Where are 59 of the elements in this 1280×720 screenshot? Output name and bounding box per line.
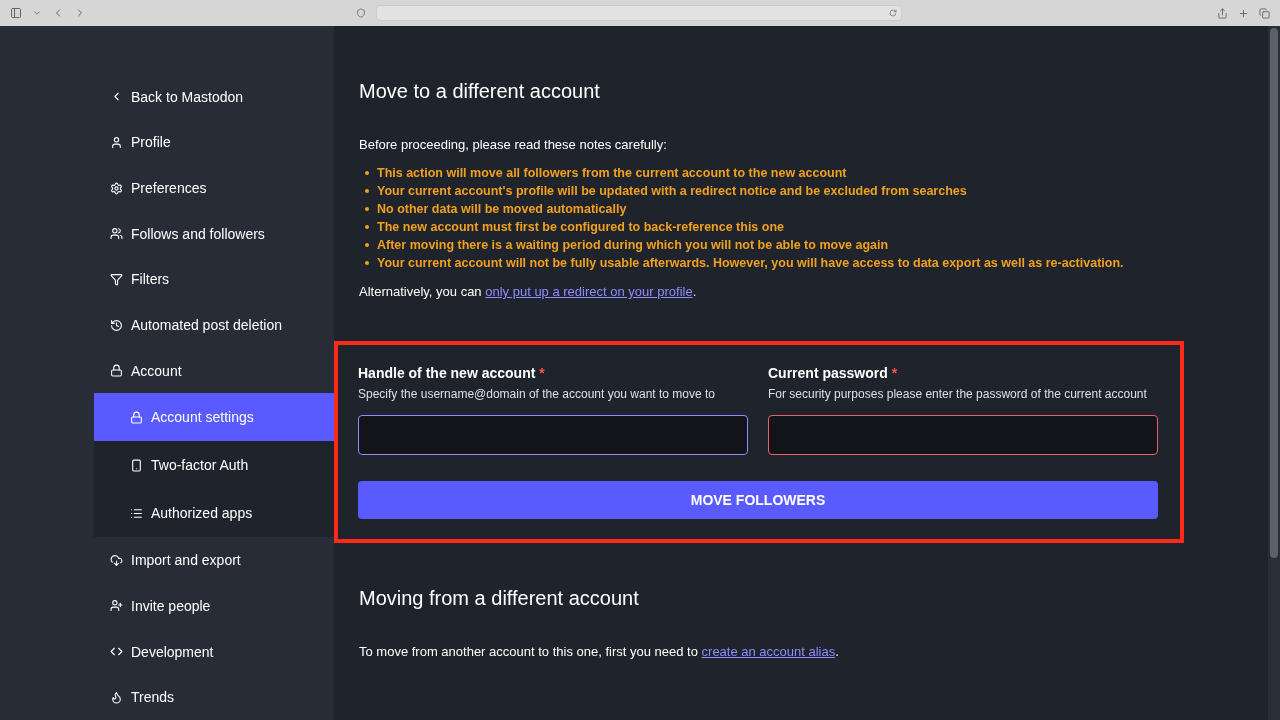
- warning-note: No other data will be moved automatically: [377, 201, 627, 218]
- sidebar-icon[interactable]: [10, 7, 22, 19]
- tabs-icon[interactable]: [1259, 7, 1270, 19]
- share-icon[interactable]: [1217, 7, 1228, 19]
- shield-icon: [356, 8, 366, 18]
- bullet-icon: [365, 225, 369, 229]
- field-hint: For security purposes please enter the password of the current account: [768, 387, 1148, 401]
- bullet-icon: [365, 243, 369, 247]
- lock-icon: [110, 364, 123, 378]
- page-title: Move to a different account: [359, 80, 601, 103]
- bullet-icon: [365, 171, 369, 175]
- input-field[interactable]: [358, 415, 748, 455]
- warning-note: After moving there is a waiting period during which you will not be able to move again: [377, 237, 889, 254]
- list-icon: [130, 507, 143, 520]
- field-label: Handle of the new account *: [358, 365, 546, 381]
- users-icon: [110, 227, 123, 241]
- sidebar-item[interactable]: Development: [94, 628, 334, 675]
- alternative-text: Alternatively, you can only put up a redirect on your profile.: [359, 284, 698, 299]
- chevron-down-icon[interactable]: [32, 8, 42, 18]
- warning-note: Your current account will not be fully usable afterwards. However, you will have access to data export as well as re-activation.: [377, 255, 1124, 272]
- move-followers-button[interactable]: MOVE FOLLOWERS: [358, 481, 1158, 519]
- flame-icon: [110, 690, 123, 704]
- field-label: Current password *: [768, 365, 899, 381]
- field-hint: Specify the username@domain of the account you want to move to: [358, 387, 717, 401]
- sidebar-item[interactable]: Filters: [94, 256, 334, 303]
- user-plus-icon: [110, 599, 123, 613]
- new-tab-icon[interactable]: [1238, 7, 1249, 19]
- sidebar-item[interactable]: Account settings: [94, 393, 334, 442]
- warning-note: This action will move all followers from the current account to the new account: [377, 165, 847, 182]
- input-field[interactable]: [768, 415, 1158, 455]
- history-icon: [110, 318, 123, 332]
- reload-icon[interactable]: [889, 9, 897, 17]
- sidebar-item[interactable]: Profile: [94, 119, 334, 166]
- sidebar-item[interactable]: Back to Mastodon: [94, 74, 334, 120]
- user-icon: [110, 135, 123, 149]
- bullet-icon: [365, 261, 369, 265]
- sidebar-item[interactable]: Invite people: [94, 583, 334, 629]
- cloud-download-icon: [110, 553, 123, 567]
- sidebar-item[interactable]: Automated post deletion: [94, 302, 334, 348]
- section-title: Moving from a different account: [359, 587, 640, 610]
- lock-icon: [130, 411, 143, 424]
- redirect-link[interactable]: only put up a redirect on your profile: [485, 284, 693, 299]
- sidebar-item[interactable]: Import and export: [94, 537, 334, 584]
- bullet-icon: [365, 189, 369, 193]
- phone-icon: [130, 459, 143, 472]
- warning-note: The new account must first be configured to back-reference this one: [377, 219, 785, 236]
- sidebar-item[interactable]: Follows and followers: [94, 210, 334, 257]
- scrollbar[interactable]: [1268, 26, 1280, 720]
- bullet-icon: [365, 207, 369, 211]
- sidebar-item[interactable]: Trends: [94, 674, 334, 720]
- warning-note: Your current account's profile will be updated with a redirect notice and be excluded from searches: [377, 183, 967, 200]
- alias-text: To move from another account to this one, first you need to create an account alias.: [359, 644, 840, 659]
- sidebar-item[interactable]: Account: [94, 347, 334, 394]
- filter-icon: [110, 272, 123, 286]
- sidebar-item[interactable]: Preferences: [94, 165, 334, 211]
- gear-icon: [110, 181, 123, 195]
- sidebar-item[interactable]: Two-factor Auth: [94, 441, 334, 490]
- intro-text: Before proceeding, please read these notes carefully:: [359, 137, 668, 152]
- sidebar-item[interactable]: Authorized apps: [94, 489, 334, 538]
